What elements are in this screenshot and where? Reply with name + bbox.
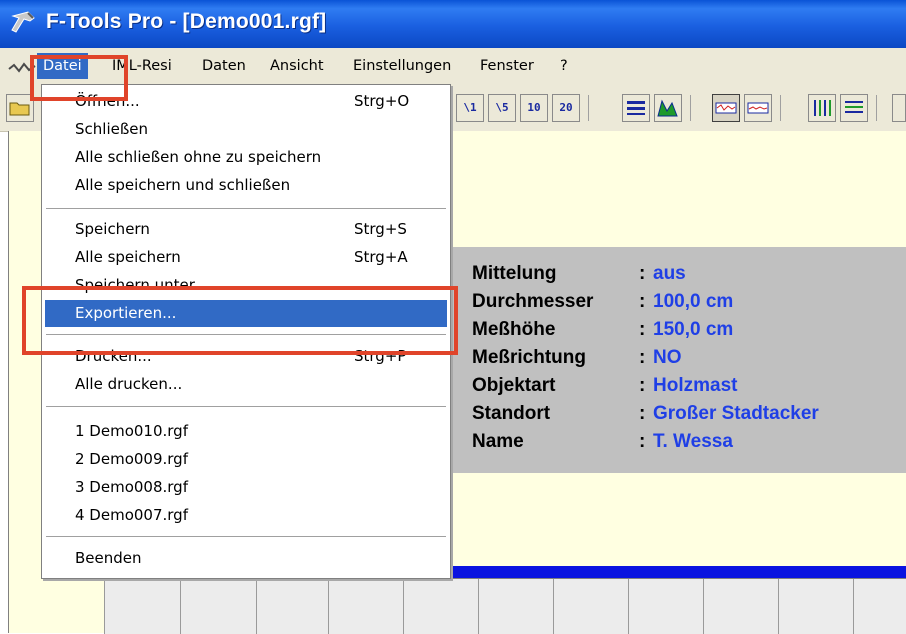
info-value: aus [653, 263, 686, 284]
x1-icon[interactable]: \1 [456, 94, 484, 122]
menu-item-shortcut: Strg+S [354, 220, 407, 238]
menu-item-speichern[interactable]: Speichern Strg+S [45, 216, 447, 243]
info-value: T. Wessa [653, 431, 733, 452]
menu-item-beenden[interactable]: Beenden [45, 545, 447, 572]
info-value: NO [653, 347, 682, 368]
menu-item-label: Alle drucken... [75, 375, 183, 393]
menu-separator [46, 536, 446, 538]
more-tools-icon[interactable] [892, 94, 906, 122]
grid-cell[interactable] [256, 579, 328, 634]
menu-daten[interactable]: Daten [196, 53, 252, 79]
annotation-highlight-exportieren [22, 286, 458, 355]
menu-help[interactable]: ? [554, 53, 574, 79]
window-title: F-Tools Pro - [Demo001.rgf] [46, 10, 327, 33]
wave-view2-icon[interactable] [744, 94, 772, 122]
menu-fenster[interactable]: Fenster [474, 53, 540, 79]
x1-label: \1 [463, 101, 477, 114]
grid-cell[interactable] [778, 579, 853, 634]
info-label: Objektart [472, 375, 556, 396]
grid-cell[interactable] [180, 579, 256, 634]
menu-item-recent-4[interactable]: 4 Demo007.rgf [45, 502, 447, 529]
menu-bar: Datei IML-Resi Daten Ansicht Einstellung… [0, 48, 906, 85]
compare-icon[interactable] [622, 94, 650, 122]
grid-cell[interactable] [553, 579, 628, 634]
menu-item-recent-1[interactable]: 1 Demo010.rgf [45, 418, 447, 445]
menu-item-alle-drucken[interactable]: Alle drucken... [45, 371, 447, 398]
wave-view-icon[interactable] [712, 94, 740, 122]
info-label: Durchmesser [472, 291, 594, 312]
menu-item-alle-schliessen[interactable]: Alle schließen ohne zu speichern [45, 144, 447, 171]
menu-item-recent-3[interactable]: 3 Demo008.rgf [45, 474, 447, 501]
list-icon[interactable] [840, 94, 868, 122]
grid-cell[interactable] [628, 579, 703, 634]
x5-label: \5 [495, 101, 509, 114]
menu-item-label: Alle speichern und schließen [75, 176, 291, 194]
menu-item-shortcut: Strg+O [354, 92, 410, 110]
info-colon: : [639, 263, 646, 284]
info-label: Standort [472, 403, 551, 424]
info-label: Meßhöhe [472, 319, 556, 340]
menu-item-alle-speichern-schliessen[interactable]: Alle speichern und schließen [45, 172, 447, 199]
bars-icon[interactable] [808, 94, 836, 122]
x20-icon[interactable]: 20 [552, 94, 580, 122]
title-bar: F-Tools Pro - [Demo001.rgf] [0, 0, 906, 48]
chart-icon[interactable] [654, 94, 682, 122]
info-colon: : [639, 291, 646, 312]
menu-item-label: 2 Demo009.rgf [75, 450, 188, 468]
menu-item-label: Speichern [75, 220, 150, 238]
x10-icon[interactable]: 10 [520, 94, 548, 122]
menu-item-recent-2[interactable]: 2 Demo009.rgf [45, 446, 447, 473]
info-colon: : [639, 347, 646, 368]
info-value: Holzmast [653, 375, 738, 396]
menu-item-label: Beenden [75, 549, 142, 567]
menu-item-shortcut: Strg+A [354, 248, 408, 266]
menu-separator [46, 406, 446, 408]
info-label: Mittelung [472, 263, 557, 284]
data-grid [104, 578, 906, 634]
grid-cell[interactable] [478, 579, 553, 634]
menu-item-label: 3 Demo008.rgf [75, 478, 188, 496]
info-colon: : [639, 375, 646, 396]
grid-cell[interactable] [703, 579, 778, 634]
info-label: Meßrichtung [472, 347, 586, 368]
toolbar-separator [588, 95, 589, 121]
info-colon: : [639, 319, 646, 340]
toolbar-separator [876, 95, 877, 121]
menu-item-alle-speichern[interactable]: Alle speichern Strg+A [45, 244, 447, 271]
menu-item-label: Alle speichern [75, 248, 181, 266]
menu-item-label: Schließen [75, 120, 149, 138]
x20-label: 20 [559, 101, 573, 114]
info-colon: : [639, 431, 646, 452]
x10-label: 10 [527, 101, 541, 114]
measurement-info-panel: Mittelung : aus Durchmesser : 100,0 cm M… [450, 247, 906, 473]
menu-einstellungen[interactable]: Einstellungen [347, 53, 457, 79]
info-value: Großer Stadtacker [653, 403, 819, 424]
toolbar-separator [690, 95, 691, 121]
info-value: 100,0 cm [653, 291, 734, 312]
info-label: Name [472, 431, 524, 452]
grid-cell[interactable] [853, 579, 906, 634]
x5-icon[interactable]: \5 [488, 94, 516, 122]
info-colon: : [639, 403, 646, 424]
info-value: 150,0 cm [653, 319, 734, 340]
grid-cell[interactable] [104, 579, 180, 634]
grid-cell[interactable] [403, 579, 478, 634]
menu-separator [46, 208, 446, 210]
menu-item-label: 1 Demo010.rgf [75, 422, 188, 440]
grid-cell[interactable] [328, 579, 403, 634]
menu-item-label: 4 Demo007.rgf [75, 506, 188, 524]
menu-item-schliessen[interactable]: Schließen [45, 116, 447, 143]
app-icon [11, 11, 35, 33]
menu-ansicht[interactable]: Ansicht [264, 53, 330, 79]
annotation-highlight-datei [30, 55, 128, 101]
toolbar-separator [780, 95, 781, 121]
menu-item-label: Alle schließen ohne zu speichern [75, 148, 322, 166]
